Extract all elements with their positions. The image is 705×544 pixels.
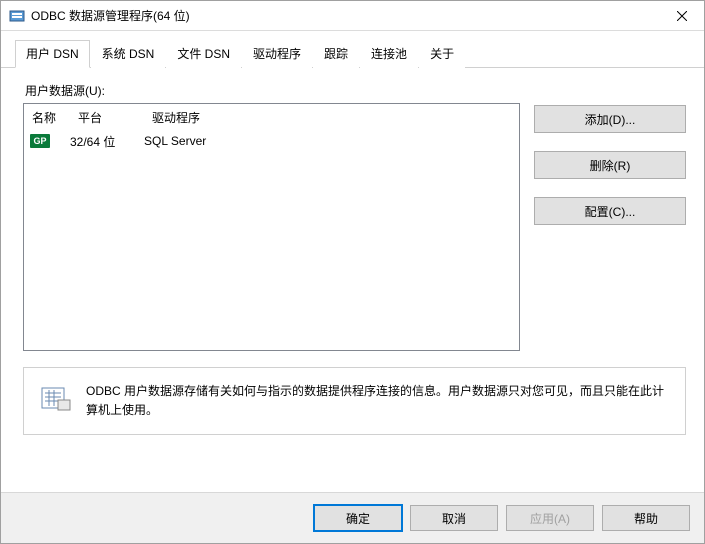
info-panel: ODBC 用户数据源存储有关如何与指示的数据提供程序连接的信息。用户数据源只对您…	[23, 367, 686, 435]
list-item[interactable]: GP 32/64 位 SQL Server	[24, 131, 519, 151]
side-buttons: 添加(D)... 删除(R) 配置(C)...	[534, 103, 686, 351]
tab-about[interactable]: 关于	[419, 40, 465, 68]
tab-user-dsn[interactable]: 用户 DSN	[15, 40, 90, 68]
info-text: ODBC 用户数据源存储有关如何与指示的数据提供程序连接的信息。用户数据源只对您…	[86, 382, 669, 420]
app-icon	[9, 8, 25, 24]
apply-button[interactable]: 应用(A)	[506, 505, 594, 531]
tab-system-dsn[interactable]: 系统 DSN	[91, 40, 166, 68]
tab-tracing[interactable]: 跟踪	[313, 40, 359, 68]
remove-button[interactable]: 删除(R)	[534, 151, 686, 179]
help-button[interactable]: 帮助	[602, 505, 690, 531]
dsn-platform: 32/64 位	[70, 133, 144, 150]
list-header: 名称 平台 驱动程序	[24, 104, 519, 131]
ok-button[interactable]: 确定	[314, 505, 402, 531]
column-name[interactable]: 名称	[24, 104, 70, 131]
column-driver[interactable]: 驱动程序	[144, 104, 519, 131]
tab-file-dsn[interactable]: 文件 DSN	[166, 40, 241, 68]
titlebar: ODBC 数据源管理程序(64 位)	[1, 1, 704, 31]
add-button[interactable]: 添加(D)...	[534, 105, 686, 133]
column-platform[interactable]: 平台	[70, 104, 144, 131]
tab-drivers[interactable]: 驱动程序	[242, 40, 312, 68]
window-title: ODBC 数据源管理程序(64 位)	[31, 7, 659, 24]
dialog-button-row: 确定 取消 应用(A) 帮助	[1, 492, 704, 543]
dsn-driver: SQL Server	[144, 134, 519, 148]
tab-pooling[interactable]: 连接池	[360, 40, 418, 68]
dsn-icon: GP	[30, 134, 50, 148]
tab-strip: 用户 DSN 系统 DSN 文件 DSN 驱动程序 跟踪 连接池 关于	[1, 31, 704, 68]
dsn-list[interactable]: 名称 平台 驱动程序 GP 32/64 位 SQL Server	[23, 103, 520, 351]
close-button[interactable]	[659, 1, 704, 31]
configure-button[interactable]: 配置(C)...	[534, 197, 686, 225]
cancel-button[interactable]: 取消	[410, 505, 498, 531]
tab-content: 用户数据源(U): 名称 平台 驱动程序 GP 32/64 位 SQL Serv…	[1, 68, 704, 492]
dsn-list-label: 用户数据源(U):	[25, 82, 686, 99]
datasource-icon	[40, 382, 72, 414]
odbc-admin-window: ODBC 数据源管理程序(64 位) 用户 DSN 系统 DSN 文件 DSN …	[0, 0, 705, 544]
